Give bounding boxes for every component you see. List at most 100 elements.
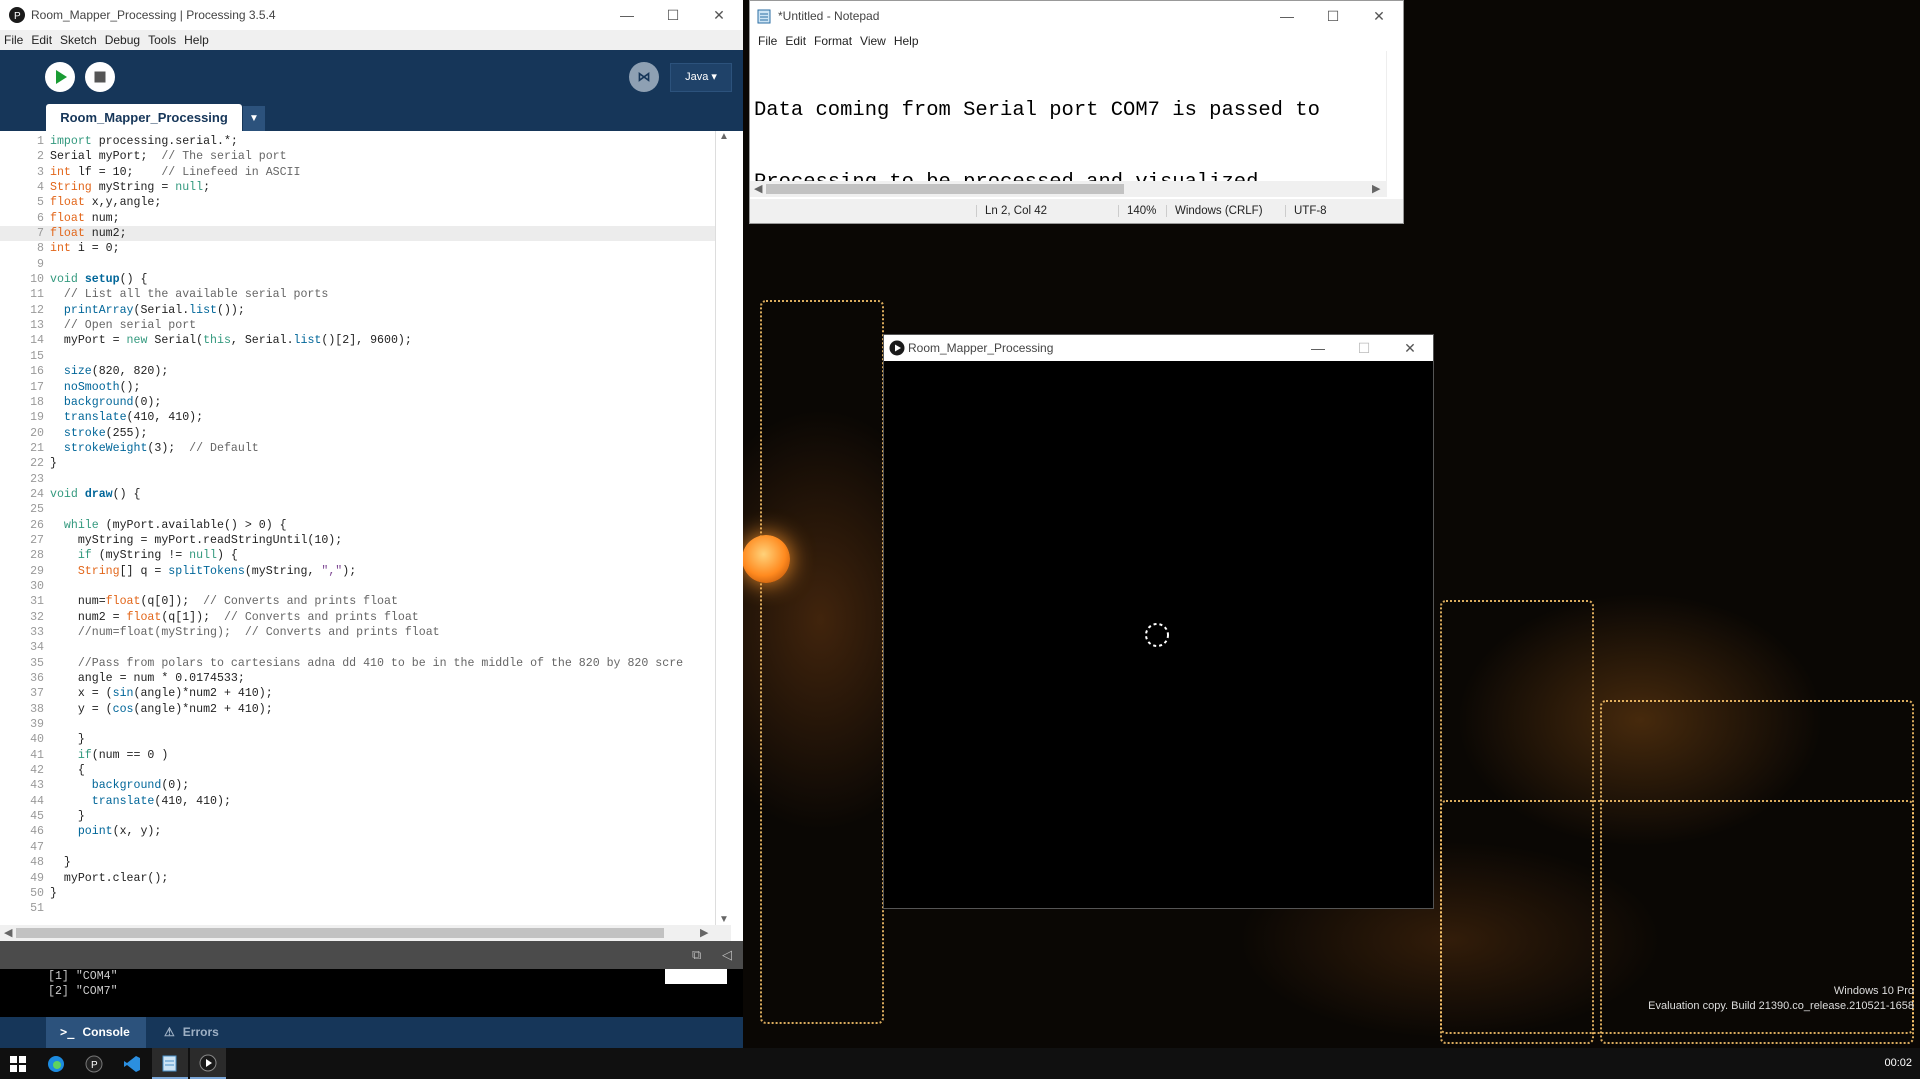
pde-menu-tools[interactable]: Tools [144, 30, 180, 47]
errors-tab-label: Errors [182, 1025, 219, 1039]
line-number: 3 [37, 165, 44, 179]
edge-icon[interactable] [38, 1048, 74, 1079]
taskbar-clock[interactable]: 00:02 [1884, 1057, 1912, 1069]
notepad-text-area[interactable]: Data coming from Serial port COM7 is pas… [754, 51, 1384, 194]
play-icon [56, 70, 67, 84]
code-line: 37 x = (sin(angle)*num2 + 410); [0, 686, 731, 701]
notepad-maximize-button[interactable]: ☐ [1310, 1, 1356, 31]
notepad-vertical-scrollbar[interactable] [1386, 51, 1403, 181]
pde-minimize-button[interactable]: — [604, 0, 650, 30]
pde-menu-help[interactable]: Help [180, 30, 213, 47]
code-text: } [50, 856, 71, 870]
notepad-menu-format[interactable]: Format [810, 31, 856, 48]
console-scrollbar[interactable] [665, 969, 727, 984]
processing-icon[interactable]: P [76, 1048, 112, 1079]
line-number: 12 [30, 303, 44, 317]
code-text: String[] q = splitTokens(myString, ","); [77, 564, 357, 578]
editor-hscroll-thumb[interactable] [16, 928, 664, 938]
scroll-down-arrow-icon[interactable]: ▼ [719, 914, 729, 925]
palace-left-lights [760, 300, 884, 1024]
tab-room-mapper[interactable]: Room_Mapper_Processing [46, 104, 242, 131]
code-line: 5 float x,y,angle; [0, 195, 731, 210]
code-text: float x,y,angle; [50, 196, 162, 210]
sketch-maximize-button: ☐ [1357, 340, 1371, 356]
line-number: 49 [30, 871, 44, 885]
console-tab[interactable]: >_ Console [46, 1017, 146, 1048]
notepad-text-line: Data coming from Serial port COM7 is pas… [754, 99, 1320, 122]
notepad-menu-file[interactable]: File [750, 31, 781, 48]
notepad-app-icon [757, 9, 771, 24]
console-header: ⧉ ◁ [0, 941, 743, 969]
line-number: 19 [30, 411, 44, 425]
sketch-titlebar[interactable]: Room_Mapper_Processing — ☐ ✕ [884, 335, 1433, 361]
stop-button[interactable] [85, 62, 115, 92]
status-zoom: 140% [1118, 205, 1156, 217]
line-number: 7 [37, 227, 44, 241]
pde-maximize-button[interactable]: ☐ [650, 0, 696, 30]
mode-selector[interactable]: Java ▾ [670, 63, 732, 92]
line-number: 18 [30, 395, 44, 409]
run-button[interactable] [45, 62, 75, 92]
errors-tab[interactable]: ⚠ Errors [150, 1017, 235, 1048]
code-line: 21 strokeWeight(3); // Default [0, 441, 731, 456]
notepad-close-button[interactable]: ✕ [1356, 1, 1402, 31]
code-line: 30 [0, 579, 731, 594]
sketch-minimize-button[interactable]: — [1295, 335, 1341, 361]
scroll-left-arrow-icon[interactable]: ◀ [754, 182, 762, 195]
taskbar: P 00:02 [0, 1048, 1920, 1079]
code-line: 7 float num2; [0, 226, 731, 242]
line-number: 38 [30, 702, 44, 716]
console-tab-label: Console [82, 1025, 130, 1039]
code-line: 29 String[] q = splitTokens(myString, ",… [0, 564, 731, 579]
notepad-menu-edit[interactable]: Edit [781, 31, 810, 48]
collapse-console-icon[interactable]: ◁ [722, 947, 732, 963]
pde-menu-edit[interactable]: Edit [27, 30, 56, 47]
code-line: 33 //num=float(myString); // Converts an… [0, 625, 731, 640]
pde-menu-debug[interactable]: Debug [101, 30, 144, 47]
status-cursor-position: Ln 2, Col 42 [976, 205, 1047, 217]
notepad-minimize-button[interactable]: — [1264, 1, 1310, 31]
notepad-menu-help[interactable]: Help [890, 31, 923, 48]
scroll-right-arrow-icon[interactable]: ▶ [700, 926, 708, 939]
pde-titlebar[interactable]: P Room_Mapper_Processing | Processing 3.… [0, 0, 743, 30]
notepad-icon[interactable] [152, 1048, 188, 1079]
vscode-icon[interactable] [114, 1048, 150, 1079]
code-lines: 1 import processing.serial.*; 2 Serial myPo… [0, 134, 731, 917]
code-line: 28 if (myString != null) { [0, 548, 731, 563]
windows-start-icon[interactable] [0, 1048, 36, 1079]
street-lamp-glow [742, 535, 790, 583]
code-text: // List all the available serial ports [63, 288, 329, 302]
code-text: num=float(q[0]); // Converts and prints … [50, 595, 398, 609]
editor-vertical-scrollbar[interactable]: ▲ ▼ [715, 131, 732, 925]
notepad-hscroll-thumb[interactable] [766, 184, 1124, 194]
code-line: 14 myPort = new Serial(this, Serial.list… [0, 333, 731, 348]
sketch-close-button[interactable]: ✕ [1387, 335, 1433, 361]
console-tab-icon: >_ [60, 1025, 75, 1039]
notepad-horizontal-scrollbar[interactable]: ◀ ▶ [750, 181, 1387, 197]
scroll-up-arrow-icon[interactable]: ▲ [719, 131, 729, 142]
scroll-right-arrow-icon[interactable]: ▶ [1372, 182, 1380, 195]
scroll-left-arrow-icon[interactable]: ◀ [4, 926, 12, 939]
console-output[interactable]: [1] "COM4" [2] "COM7" [0, 969, 743, 1017]
debugger-butterfly-icon[interactable]: ⋈ [629, 62, 659, 92]
notepad-titlebar[interactable]: *Untitled - Notepad — ☐ ✕ [750, 1, 1403, 31]
code-text: while (myPort.available() > 0) { [63, 518, 287, 532]
pde-toolbar: ⋈ Java ▾ [0, 50, 743, 104]
code-text: } [50, 457, 57, 471]
copy-console-icon[interactable]: ⧉ [692, 947, 701, 963]
sketch-app-icon[interactable] [190, 1048, 226, 1079]
mode-label: Java [685, 71, 709, 83]
line-number: 11 [30, 288, 44, 302]
tab-menu-button[interactable]: ▼ [243, 106, 265, 131]
code-editor[interactable]: 1 import processing.serial.*; 2 Serial myPo… [0, 131, 731, 925]
code-line: 25 [0, 502, 731, 517]
pde-close-button[interactable]: ✕ [696, 0, 742, 30]
pde-menu-sketch[interactable]: Sketch [56, 30, 101, 47]
line-number: 44 [30, 794, 44, 808]
code-line: 4 String myString = null; [0, 180, 731, 195]
notepad-menu-view[interactable]: View [856, 31, 890, 48]
editor-horizontal-scrollbar[interactable]: ◀ ▶ [0, 925, 731, 941]
line-number: 37 [30, 687, 44, 701]
line-number: 35 [30, 656, 44, 670]
pde-menu-file[interactable]: File [0, 30, 27, 47]
